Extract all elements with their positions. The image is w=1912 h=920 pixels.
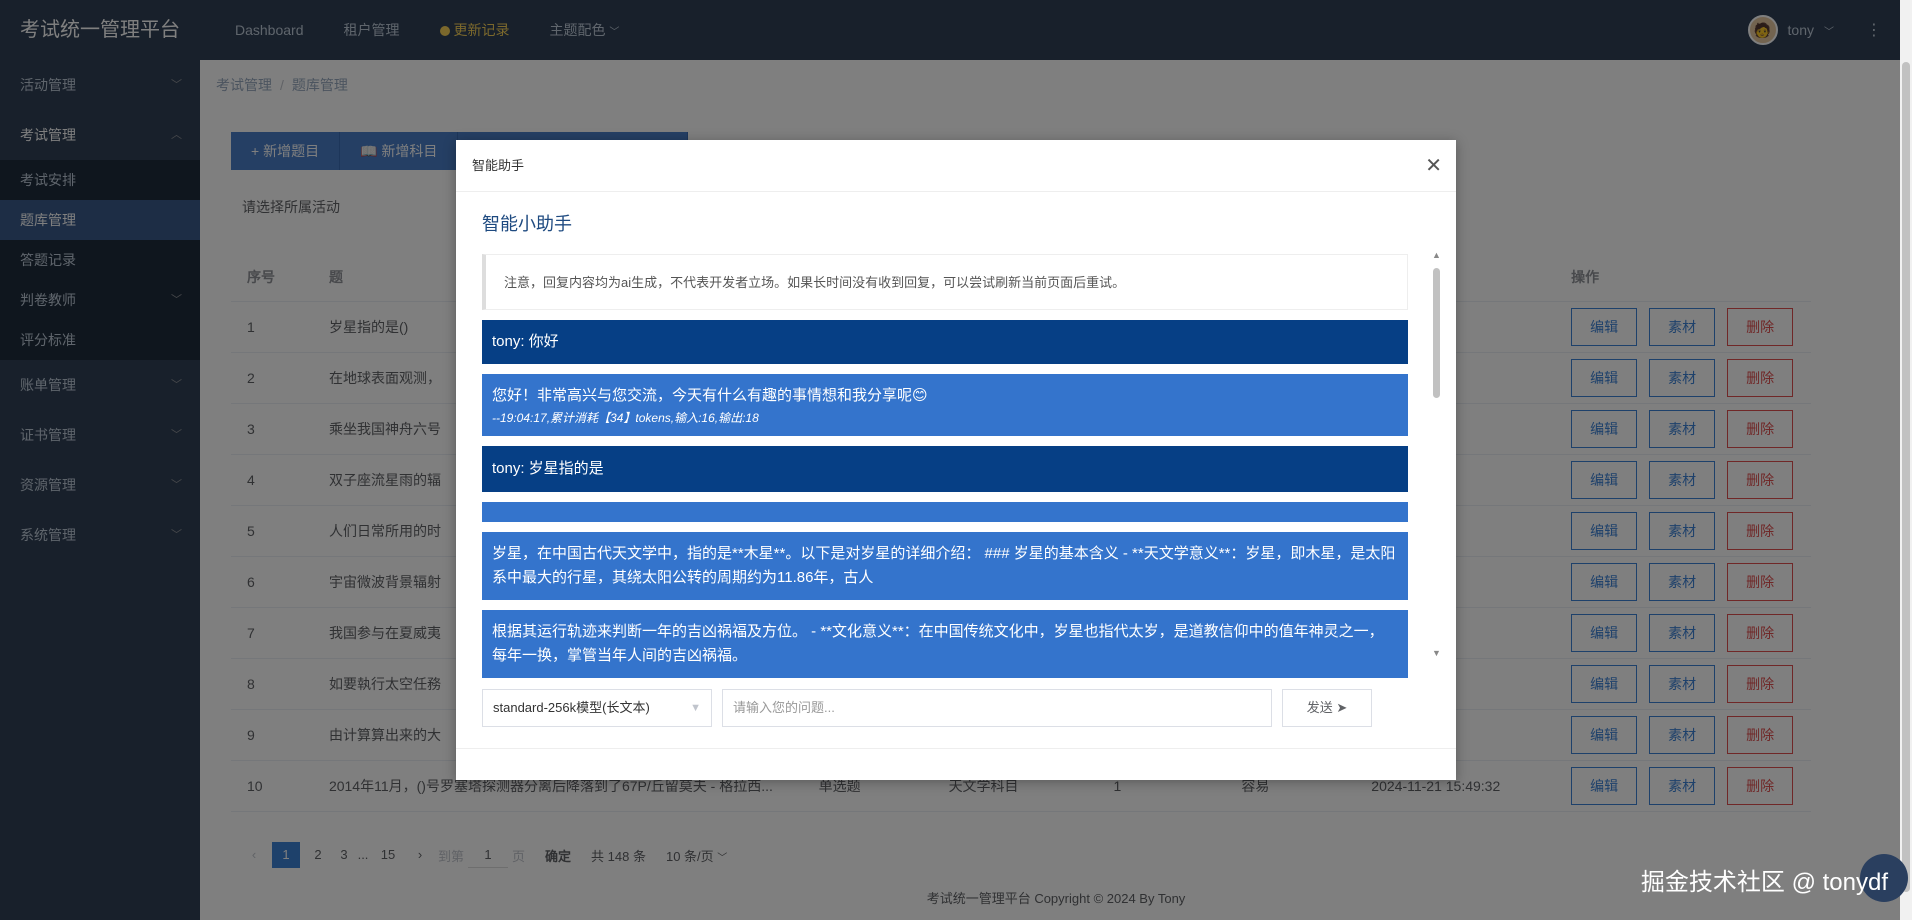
- chat-message-bot: 根据其运行轨迹来判断一年的吉凶祸福及方位。 - **文化意义**：在中国传统文化…: [482, 610, 1408, 678]
- chat-message-user: tony: 你好: [482, 320, 1408, 364]
- chat-scrollbar-thumb[interactable]: [1433, 268, 1440, 398]
- model-select[interactable]: standard-256k模型(长文本) ▼: [482, 689, 712, 727]
- question-input[interactable]: 请输入您的问题...: [722, 689, 1272, 727]
- dialog-title: 智能小助手: [482, 214, 572, 234]
- watermark: 掘金技术社区 @ tonydf: [1640, 869, 1888, 896]
- model-select-value: standard-256k模型(长文本): [493, 700, 650, 715]
- scroll-down-icon[interactable]: ▼: [1432, 648, 1441, 658]
- chevron-down-icon: ▼: [690, 702, 701, 714]
- dialog-divider: [456, 748, 1456, 749]
- chat-input-bar: standard-256k模型(长文本) ▼ 请输入您的问题... 发送 ➤: [482, 689, 1372, 727]
- chat-message-user: tony: 岁星指的是: [482, 446, 1408, 492]
- chat-scrollbar[interactable]: ▲ ▼: [1430, 250, 1442, 660]
- chat-message-meta: --19:04:17,累计消耗【34】tokens,输入:16,输出:18: [492, 411, 759, 425]
- send-label: 发送: [1306, 700, 1333, 715]
- page-scrollbar-thumb[interactable]: [1902, 62, 1910, 892]
- chat-message-bot-empty: [482, 502, 1408, 522]
- scroll-up-icon[interactable]: ▲: [1432, 250, 1441, 260]
- chat-message-bot: 您好！非常高兴与您交流，今天有什么有趣的事情想和我分享呢😊 --19:04:17…: [482, 374, 1408, 436]
- chat-history[interactable]: 注意，回复内容均为ai生成，不代表开发者立场。如果长时间没有收到回复，可以尝试刷…: [482, 250, 1432, 680]
- send-icon: ➤: [1336, 700, 1348, 715]
- dialog-header-title: 智能助手: [472, 158, 525, 173]
- ai-notice: 注意，回复内容均为ai生成，不代表开发者立场。如果长时间没有收到回复，可以尝试刷…: [482, 254, 1408, 310]
- chat-message-text: 您好！非常高兴与您交流，今天有什么有趣的事情想和我分享呢😊: [492, 387, 928, 404]
- close-icon[interactable]: ✕: [1425, 140, 1442, 192]
- ai-assistant-dialog: 智能助手 ✕ 智能小助手 注意，回复内容均为ai生成，不代表开发者立场。如果长时…: [456, 140, 1456, 780]
- send-button[interactable]: 发送 ➤: [1282, 689, 1372, 727]
- page-scrollbar[interactable]: [1900, 0, 1912, 920]
- chat-message-bot: 岁星，在中国古代天文学中，指的是**木星**。以下是对岁星的详细介绍： ### …: [482, 532, 1408, 600]
- dialog-header: 智能助手 ✕: [456, 140, 1456, 192]
